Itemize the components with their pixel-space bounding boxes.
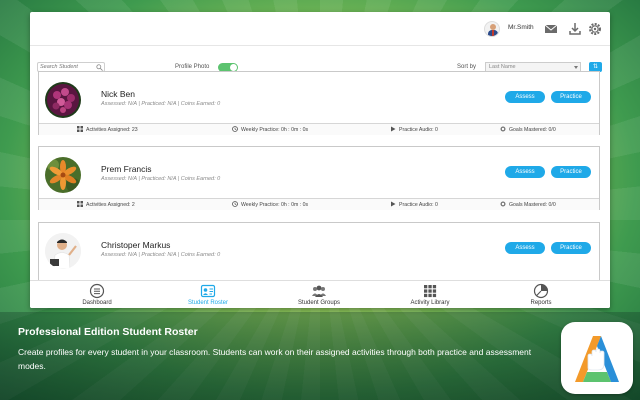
nav-student-groups[interactable]: Student Groups xyxy=(264,281,374,308)
student-stats-bar: Activities Assigned: 23 Weekly Practice:… xyxy=(39,123,599,135)
sort-by-label: Sort by xyxy=(457,64,477,70)
goals-mastered-stat[interactable]: Goals Mastered: 0/0 xyxy=(500,126,556,133)
practice-audio-stat[interactable]: Practice Audio: 0 xyxy=(390,201,438,208)
nav-student-roster-label: Student Roster xyxy=(187,300,229,306)
student-stats-bar: Activities Assigned: 2 Weekly Practice: … xyxy=(39,198,599,210)
assess-button[interactable]: Assess xyxy=(505,166,545,178)
grid-icon xyxy=(77,126,83,132)
profile-photo-label: Profile Photo xyxy=(175,64,210,70)
bottom-nav: Dashboard Student Roster Student Groups xyxy=(30,280,610,308)
student-avatar[interactable] xyxy=(45,82,81,118)
nav-reports[interactable]: Reports xyxy=(486,281,596,308)
nav-dashboard-label: Dashboard xyxy=(82,300,112,306)
roster-icon xyxy=(200,284,216,298)
top-bar: Mr.Smith xyxy=(30,12,610,46)
user-avatar[interactable] xyxy=(484,21,500,37)
dashboard-icon xyxy=(89,283,105,299)
play-icon xyxy=(391,126,396,132)
student-name[interactable]: Nick Ben xyxy=(101,89,135,99)
practice-button[interactable]: Practice xyxy=(551,242,591,254)
goals-mastered-stat[interactable]: Goals Mastered: 0/0 xyxy=(500,201,556,208)
goal-icon xyxy=(500,126,506,132)
practice-button[interactable]: Practice xyxy=(551,166,591,178)
grid-icon xyxy=(77,201,83,207)
search-icon[interactable] xyxy=(96,64,103,71)
student-card: Christoper Markus Assessed: N/A | Practi… xyxy=(38,222,600,282)
filter-row: Profile Photo Sort by Last Name ⇅ xyxy=(30,46,610,72)
caption-title: Professional Edition Student Roster xyxy=(18,326,198,338)
practice-button[interactable]: Practice xyxy=(551,91,591,103)
chevron-down-icon xyxy=(574,66,578,69)
grid-icon xyxy=(424,285,437,298)
student-avatar[interactable] xyxy=(45,157,81,193)
user-name[interactable]: Mr.Smith xyxy=(508,24,534,31)
group-icon xyxy=(312,285,326,297)
student-meta: Assessed: N/A | Practiced: N/A | Coins E… xyxy=(101,252,221,258)
weekly-practice-stat: Weekly Practice: 0h : 0m : 0s xyxy=(232,201,308,208)
sort-select-value: Last Name xyxy=(489,64,516,70)
clock-icon xyxy=(232,201,238,207)
nav-activity-library-label: Activity Library xyxy=(410,300,450,306)
caption-text: Create profiles for every student in you… xyxy=(18,347,532,371)
student-card: Prem Francis Assessed: N/A | Practiced: … xyxy=(38,146,600,210)
pie-chart-icon xyxy=(533,283,549,299)
mail-icon[interactable] xyxy=(543,21,559,37)
assess-button[interactable]: Assess xyxy=(505,91,545,103)
nav-dashboard[interactable]: Dashboard xyxy=(42,281,152,308)
practice-audio-stat[interactable]: Practice Audio: 0 xyxy=(390,126,438,133)
goal-icon xyxy=(500,201,506,207)
gear-icon[interactable] xyxy=(587,21,603,37)
student-meta: Assessed: N/A | Practiced: N/A | Coins E… xyxy=(101,101,221,107)
student-card: Nick Ben Assessed: N/A | Practiced: N/A … xyxy=(38,71,600,135)
clock-icon xyxy=(232,126,238,132)
student-name[interactable]: Prem Francis xyxy=(101,164,152,174)
nav-activity-library[interactable]: Activity Library xyxy=(375,281,485,308)
download-icon[interactable] xyxy=(567,21,583,37)
play-icon xyxy=(391,201,396,207)
assess-button[interactable]: Assess xyxy=(505,242,545,254)
nav-student-groups-label: Student Groups xyxy=(297,300,341,306)
student-meta: Assessed: N/A | Practiced: N/A | Coins E… xyxy=(101,176,221,182)
student-name[interactable]: Christoper Markus xyxy=(101,240,170,250)
hand-logo-icon xyxy=(575,336,619,382)
app-logo xyxy=(561,322,633,394)
weekly-practice-stat: Weekly Practice: 0h : 0m : 0s xyxy=(232,126,308,133)
activities-assigned-stat[interactable]: Activities Assigned: 23 xyxy=(77,126,138,133)
nav-reports-label: Reports xyxy=(530,300,552,306)
nav-student-roster[interactable]: Student Roster xyxy=(153,281,263,308)
activities-assigned-stat[interactable]: Activities Assigned: 2 xyxy=(77,201,135,208)
student-avatar[interactable] xyxy=(45,233,81,269)
app-window: Mr.Smith Profile Photo Sort by Last Name xyxy=(30,12,610,308)
